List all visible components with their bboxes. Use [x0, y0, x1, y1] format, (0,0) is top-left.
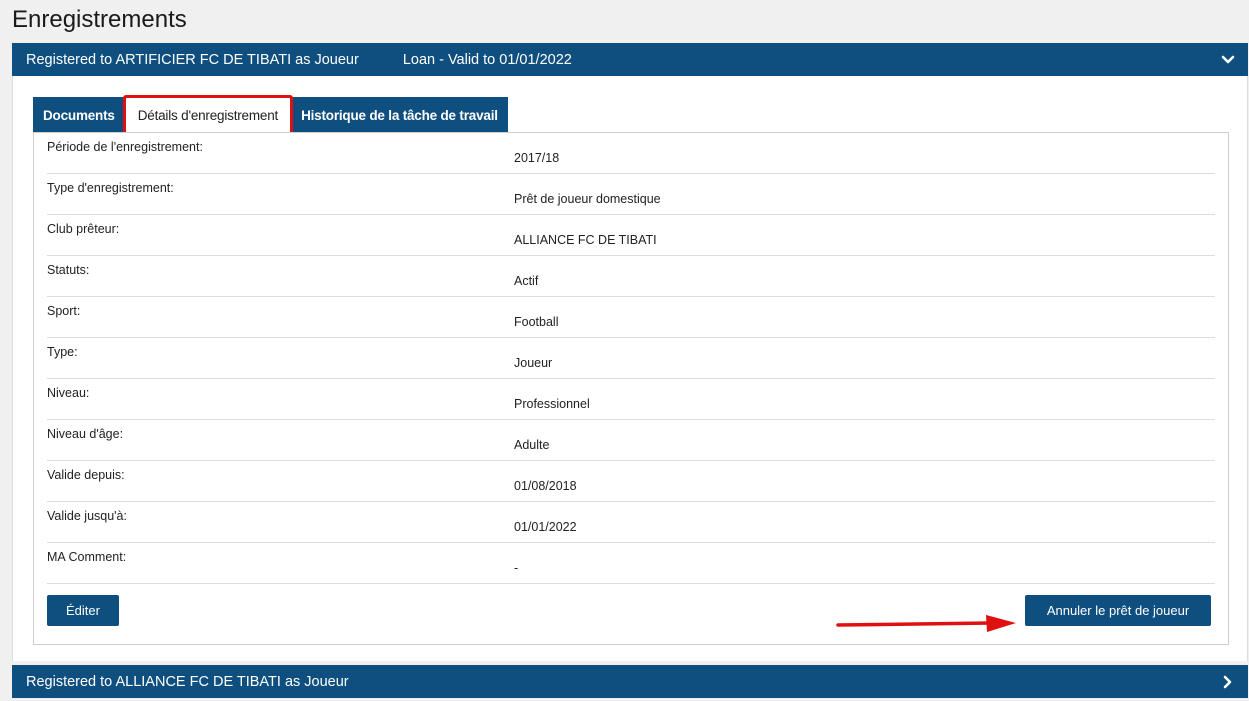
detail-value: Football [514, 315, 559, 329]
detail-label: Période de l'enregistrement: [47, 140, 203, 154]
tab-workflow-history[interactable]: Historique de la tâche de travail [291, 97, 508, 133]
chevron-right-icon[interactable] [1220, 674, 1236, 690]
detail-row-valid-from: Valide depuis: 01/08/2018 [47, 461, 1215, 502]
detail-label: Statuts: [47, 263, 90, 277]
detail-value: Prêt de joueur domestique [514, 192, 661, 206]
registration-details-content: Période de l'enregistrement: 2017/18 Typ… [33, 132, 1229, 645]
detail-row-period: Période de l'enregistrement: 2017/18 [47, 133, 1215, 174]
detail-row-valid-to: Valide jusqu'à: 01/01/2022 [47, 502, 1215, 543]
registration-title: Registered to ALLIANCE FC DE TIBATI as J… [26, 673, 349, 690]
detail-label: MA Comment: [47, 550, 127, 564]
tab-documents[interactable]: Documents [33, 97, 125, 133]
detail-label: Club prêteur: [47, 222, 120, 236]
detail-row-age-level: Niveau d'âge: Adulte [47, 420, 1215, 461]
chevron-down-icon[interactable] [1220, 52, 1236, 68]
detail-row-sport: Sport: Football [47, 297, 1215, 338]
detail-value: - [514, 561, 519, 575]
registration-title: Registered to ARTIFICIER FC DE TIBATI as… [26, 51, 359, 68]
red-arrow-annotation [836, 615, 1016, 632]
detail-row-level: Niveau: Professionnel [47, 379, 1215, 420]
detail-value: 01/08/2018 [514, 479, 577, 493]
cancel-loan-button[interactable]: Annuler le prêt de joueur [1025, 595, 1211, 626]
detail-value: Joueur [514, 356, 553, 370]
detail-value: Professionnel [514, 397, 590, 411]
detail-label: Niveau: [47, 386, 90, 400]
detail-row-registration-type: Type d'enregistrement: Prêt de joueur do… [47, 174, 1215, 215]
detail-label: Type d'enregistrement: [47, 181, 174, 195]
detail-row-type: Type: Joueur [47, 338, 1215, 379]
detail-value: Adulte [514, 438, 550, 452]
detail-value: ALLIANCE FC DE TIBATI [514, 233, 657, 247]
detail-label: Valide depuis: [47, 468, 125, 482]
page-title: Enregistrements [12, 6, 187, 33]
detail-row-ma-comment: MA Comment: - [47, 543, 1215, 584]
detail-value: 01/01/2022 [514, 520, 577, 534]
tab-bar: Documents Détails d'enregistrement Histo… [33, 95, 508, 136]
registration-panel-body: Documents Détails d'enregistrement Histo… [12, 76, 1248, 661]
loan-validity: Loan - Valid to 01/01/2022 [402, 51, 572, 68]
registration-header-artificier[interactable]: Registered to ARTIFICIER FC DE TIBATI as… [12, 43, 1248, 76]
detail-value: 2017/18 [514, 151, 560, 165]
detail-value: Actif [514, 274, 539, 288]
edit-button[interactable]: Éditer [47, 595, 119, 626]
tab-registration-details[interactable]: Détails d'enregistrement [122, 95, 294, 136]
detail-label: Valide jusqu'à: [47, 509, 127, 523]
registration-header-alliance[interactable]: Registered to ALLIANCE FC DE TIBATI as J… [12, 665, 1248, 698]
detail-label: Type: [47, 345, 78, 359]
detail-row-lending-club: Club prêteur: ALLIANCE FC DE TIBATI [47, 215, 1215, 256]
detail-row-status: Statuts: Actif [47, 256, 1215, 297]
detail-label: Niveau d'âge: [47, 427, 124, 441]
detail-label: Sport: [47, 304, 81, 318]
